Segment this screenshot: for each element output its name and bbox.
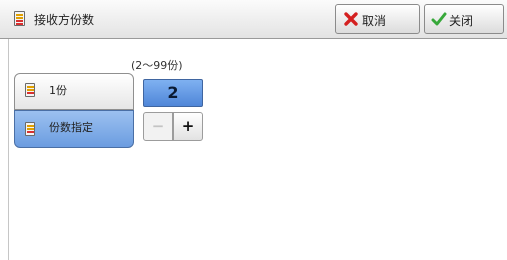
increment-button[interactable]: +	[173, 112, 203, 141]
document-icon	[14, 11, 25, 26]
dialog-window: 接收方份数 取消 关闭 1份 份数指定 (2～99份) 2 − +	[0, 0, 507, 260]
document-icon	[25, 122, 35, 136]
copies-value-field[interactable]: 2	[143, 79, 203, 107]
dialog-title: 接收方份数	[34, 13, 95, 27]
content-divider	[8, 39, 9, 260]
title-bar: 接收方份数 取消 关闭	[0, 0, 507, 39]
copies-range-label: (2～99份)	[131, 59, 183, 72]
close-label: 关闭	[449, 14, 474, 28]
cancel-button[interactable]: 取消	[335, 4, 420, 34]
checkmark-icon	[431, 11, 447, 30]
option-one-copy[interactable]: 1份	[14, 73, 134, 110]
option-specify-copies[interactable]: 份数指定	[14, 110, 134, 148]
cancel-label: 取消	[362, 14, 387, 28]
decrement-button[interactable]: −	[143, 112, 173, 141]
document-icon	[25, 83, 35, 97]
option-one-copy-label: 1份	[49, 84, 67, 97]
option-specify-copies-label: 份数指定	[49, 121, 93, 134]
close-button[interactable]: 关闭	[424, 4, 504, 34]
cancel-icon	[343, 11, 359, 30]
